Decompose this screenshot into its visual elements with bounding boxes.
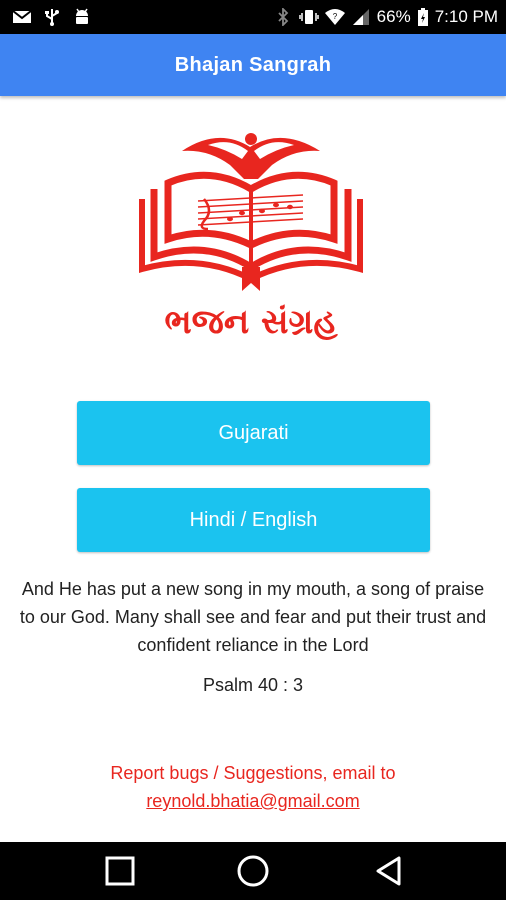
wifi-icon: ? (324, 8, 345, 26)
signal-icon (351, 8, 371, 26)
recents-button[interactable] (80, 842, 160, 900)
status-bar-left (12, 8, 92, 26)
clock: 7:10 PM (434, 7, 498, 26)
gmail-icon (12, 8, 32, 26)
logo-text: ભજન સંગ્રહ (164, 302, 338, 342)
app-toolbar: Bhajan Sangrah (0, 34, 506, 96)
navigation-bar (0, 842, 506, 900)
app-title: Bhajan Sangrah (174, 53, 332, 76)
android-icon (72, 8, 92, 26)
gujarati-button[interactable]: Gujarati (77, 401, 430, 465)
usb-icon (42, 8, 62, 26)
battery-percent: 66% (376, 7, 411, 26)
email-link[interactable]: reynold.bhatia@gmail.com (146, 791, 359, 811)
app-logo: ભજન સંગ્રહ (138, 121, 364, 350)
status-bar-right: ? 66% 7:10 PM (273, 6, 498, 28)
report-bugs-text: Report bugs / Suggestions, email to (110, 763, 396, 783)
bible-verse: And He has put a new song in my mouth, a… (19, 579, 487, 655)
bhajan-sangrah-logo: ભજન સંગ્રહ (139, 133, 363, 342)
svg-text:?: ? (332, 12, 337, 21)
back-button[interactable] (349, 842, 429, 900)
email-link-wrap: reynold.bhatia@gmail.com (0, 787, 506, 815)
home-button[interactable] (213, 842, 293, 900)
verse-reference: Psalm 40 : 3 (202, 675, 304, 695)
vibrate-icon (298, 8, 319, 26)
hindi-english-button[interactable]: Hindi / English (77, 488, 430, 552)
battery-icon (417, 8, 429, 26)
bluetooth-icon (273, 6, 293, 28)
back-icon (376, 856, 401, 886)
status-bar: ? 66% 7:10 PM (0, 0, 506, 34)
home-icon (237, 855, 269, 887)
recents-icon (105, 856, 135, 886)
